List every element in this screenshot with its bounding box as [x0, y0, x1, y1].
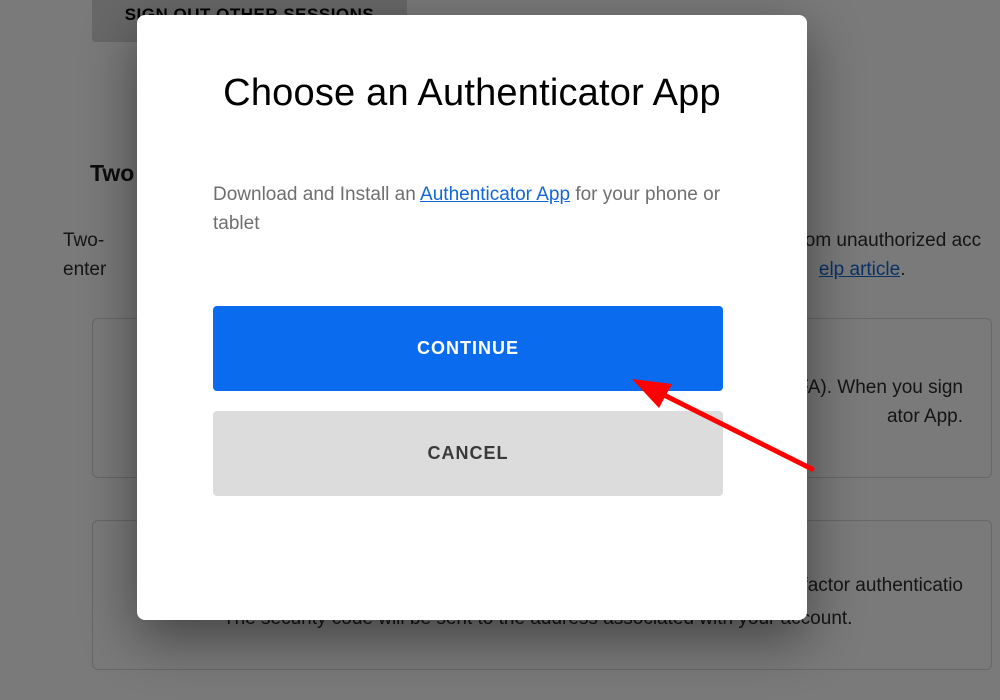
modal-description: Download and Install an Authenticator Ap… [213, 180, 731, 239]
cancel-button[interactable]: CANCEL [213, 411, 723, 496]
modal-desc-before: Download and Install an [213, 184, 420, 205]
continue-button-label: CONTINUE [417, 338, 519, 358]
cancel-button-label: CANCEL [428, 443, 509, 463]
choose-authenticator-modal: Choose an Authenticator App Download and… [137, 15, 807, 620]
authenticator-app-link[interactable]: Authenticator App [420, 184, 570, 205]
continue-button[interactable]: CONTINUE [213, 306, 723, 391]
modal-title: Choose an Authenticator App [213, 70, 731, 118]
